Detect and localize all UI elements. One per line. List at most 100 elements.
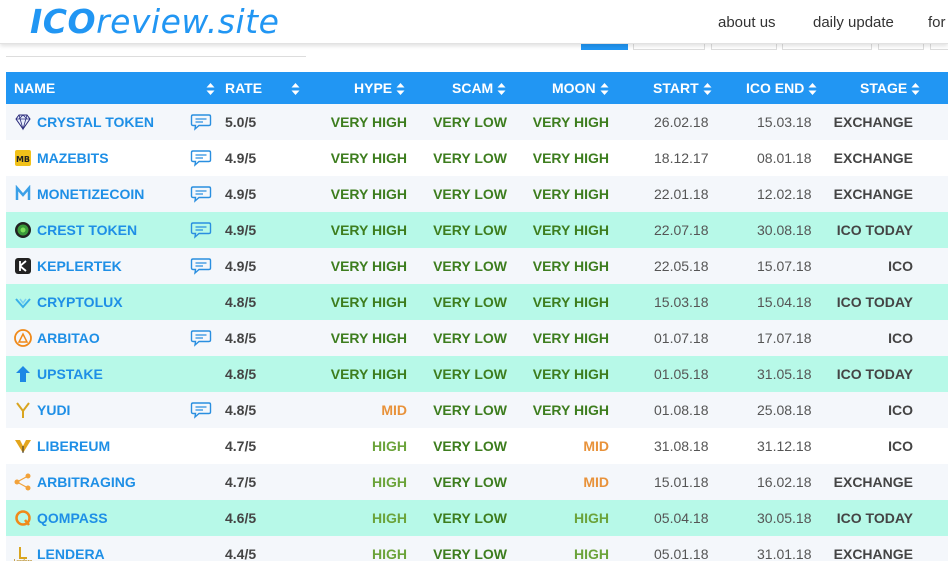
lendera-logo-icon: Lendera xyxy=(14,545,32,561)
cell-scam: VERY LOW xyxy=(433,438,507,454)
cell-name[interactable]: MAZEBITS xyxy=(37,140,109,176)
cell-moon: HIGH xyxy=(574,510,609,526)
sort-moon-icon xyxy=(600,82,609,96)
cell-name[interactable]: LENDERA xyxy=(37,536,105,561)
cell-rate: 4.4/5 xyxy=(225,546,257,561)
cell-end: 15.07.18 xyxy=(757,258,812,274)
chat-icon[interactable] xyxy=(190,329,212,347)
filter-tab[interactable] xyxy=(878,44,924,50)
cell-start: 18.12.17 xyxy=(654,150,709,166)
filter-tab[interactable] xyxy=(782,44,872,50)
cell-start: 05.04.18 xyxy=(654,510,709,526)
col-rate-header[interactable]: RATE xyxy=(225,72,262,104)
cell-scam: VERY LOW xyxy=(433,330,507,346)
qompass-logo-icon xyxy=(14,509,32,527)
sort-stage-icon xyxy=(911,82,920,96)
table-row[interactable]: UPSTAKE 4.8/5 VERY HIGH VERY LOW VERY HIGH 01… xyxy=(6,356,948,392)
cell-start: 15.03.18 xyxy=(654,294,709,310)
cell-moon: VERY HIGH xyxy=(532,222,609,238)
table-row[interactable]: CRYPTOLUX 4.8/5 VERY HIGH VERY LOW VERY HIGH… xyxy=(6,284,948,320)
col-start-header[interactable]: START xyxy=(653,72,712,104)
cell-hype: HIGH xyxy=(372,546,407,561)
cell-scam: VERY LOW xyxy=(433,366,507,382)
chat-icon[interactable] xyxy=(190,113,212,131)
filter-tab[interactable] xyxy=(711,44,777,50)
cell-rate: 4.8/5 xyxy=(225,294,257,310)
col-ico-end-header[interactable]: ICO END xyxy=(746,72,817,104)
filter-tabs xyxy=(0,44,948,52)
cell-name[interactable]: MONETIZECOIN xyxy=(37,176,144,212)
col-moon-header[interactable]: MOON xyxy=(552,72,609,104)
nav-about-us[interactable]: about us xyxy=(718,14,776,31)
filter-tab-active[interactable] xyxy=(581,44,628,50)
chat-icon[interactable] xyxy=(190,257,212,275)
cell-scam: VERY LOW xyxy=(433,150,507,166)
table-row[interactable]: YUDI 4.8/5 MID VERY LOW VERY HIGH 01.08.18 25.… xyxy=(6,392,948,428)
crest-logo-icon xyxy=(14,221,32,239)
col-rate-label: RATE xyxy=(225,80,263,96)
cell-name[interactable]: YUDI xyxy=(37,392,70,428)
cell-moon: MID xyxy=(583,474,609,490)
cell-stage: ICO xyxy=(888,402,913,418)
cell-stage: EXCHANGE xyxy=(833,186,913,202)
col-stage-header[interactable]: STAGE xyxy=(860,72,920,104)
col-moon-label: MOON xyxy=(552,80,596,96)
table-row[interactable]: LIBEREUM 4.7/5 HIGH VERY LOW MID 31.08.18 31.1… xyxy=(6,428,948,464)
cell-start: 01.05.18 xyxy=(654,366,709,382)
chat-icon[interactable] xyxy=(190,149,212,167)
cell-name[interactable]: UPSTAKE xyxy=(37,356,103,392)
cell-start: 22.01.18 xyxy=(654,186,709,202)
table-row[interactable]: ARBITAO 4.8/5 VERY HIGH VERY LOW VERY HIGH 01… xyxy=(6,320,948,356)
cell-rate: 4.9/5 xyxy=(225,258,257,274)
chat-icon[interactable] xyxy=(190,185,212,203)
cell-name[interactable]: ARBITRAGING xyxy=(37,464,136,500)
sort-rate-icon[interactable] xyxy=(287,72,300,104)
chat-icon[interactable] xyxy=(190,401,212,419)
mazebits-logo-icon: MB xyxy=(14,149,32,167)
cell-name[interactable]: CREST TOKEN xyxy=(37,212,137,248)
sort-name-icon[interactable] xyxy=(202,72,215,104)
cell-name[interactable]: CRYSTAL TOKEN xyxy=(37,104,154,140)
cell-hype: VERY HIGH xyxy=(330,366,407,382)
col-scam-header[interactable]: SCAM xyxy=(452,72,506,104)
filter-tab[interactable] xyxy=(930,44,948,50)
table-row[interactable]: ARBITRAGING 4.7/5 HIGH VERY LOW MID 15.01.18 1… xyxy=(6,464,948,500)
cell-hype: VERY HIGH xyxy=(330,150,407,166)
site-logo[interactable]: ICOreview.site xyxy=(30,2,279,41)
cell-name[interactable]: QOMPASS xyxy=(37,500,108,536)
cell-start: 15.01.18 xyxy=(654,474,709,490)
table-row[interactable]: CRYSTAL TOKEN 5.0/5 VERY HIGH VERY LOW VERY … xyxy=(6,104,948,140)
cell-moon: VERY HIGH xyxy=(532,330,609,346)
nav-daily-update[interactable]: daily update xyxy=(813,14,894,31)
cell-name[interactable]: ARBITAO xyxy=(37,320,100,356)
table-body: CRYSTAL TOKEN 5.0/5 VERY HIGH VERY LOW VERY … xyxy=(6,104,948,561)
col-stage-label: STAGE xyxy=(860,80,908,96)
cell-name[interactable]: CRYPTOLUX xyxy=(37,284,123,320)
filter-tab[interactable] xyxy=(633,44,705,50)
table-row[interactable]: QOMPASS 4.6/5 HIGH VERY LOW HIGH 05.04.18 30.0… xyxy=(6,500,948,536)
table-row[interactable]: MONETIZECOIN 4.9/5 VERY HIGH VERY LOW VERY H… xyxy=(6,176,948,212)
cell-end: 31.01.18 xyxy=(757,546,812,561)
col-hype-label: HYPE xyxy=(354,80,393,96)
cell-moon: HIGH xyxy=(574,546,609,561)
table-row[interactable]: KEPLERTEK 4.9/5 VERY HIGH VERY LOW VERY HIGH… xyxy=(6,248,948,284)
cell-name[interactable]: KEPLERTEK xyxy=(37,248,122,284)
col-scam-label: SCAM xyxy=(452,80,494,96)
cell-moon: VERY HIGH xyxy=(532,150,609,166)
chat-icon[interactable] xyxy=(190,221,212,239)
cell-start: 22.05.18 xyxy=(654,258,709,274)
cell-stage: EXCHANGE xyxy=(833,474,913,490)
cell-stage: ICO TODAY xyxy=(836,510,913,526)
table-row[interactable]: CREST TOKEN 4.9/5 VERY HIGH VERY LOW VERY HI… xyxy=(6,212,948,248)
cell-end: 15.04.18 xyxy=(757,294,812,310)
nav-for[interactable]: for xyxy=(928,14,946,31)
cell-name[interactable]: LIBEREUM xyxy=(37,428,110,464)
col-name-header[interactable]: NAME xyxy=(14,72,55,104)
cell-hype: HIGH xyxy=(372,510,407,526)
cell-hype: MID xyxy=(381,402,407,418)
cell-rate: 4.9/5 xyxy=(225,222,257,238)
table-row[interactable]: MB MAZEBITS 4.9/5 VERY HIGH VERY LOW VERY HIG… xyxy=(6,140,948,176)
table-row[interactable]: Lendera LENDERA 4.4/5 HIGH VERY LOW HIGH 05.01… xyxy=(6,536,948,561)
arbitao-logo-icon xyxy=(14,329,32,347)
col-hype-header[interactable]: HYPE xyxy=(354,72,405,104)
